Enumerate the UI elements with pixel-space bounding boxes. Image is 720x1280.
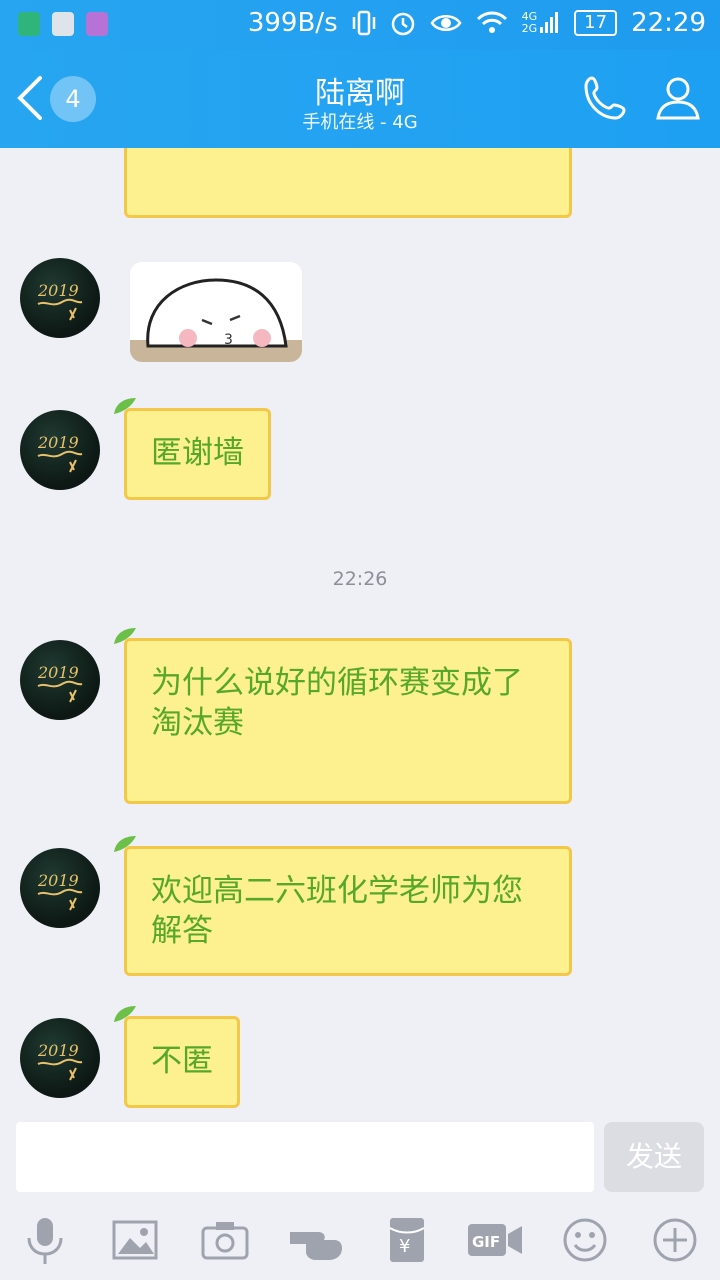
- input-bar: 发送: [0, 1120, 720, 1196]
- message-bubble[interactable]: 不匿: [124, 1016, 240, 1108]
- svg-text:2019: 2019: [37, 663, 79, 682]
- svg-text:¥: ¥: [399, 1236, 410, 1257]
- message-text: 不匿: [151, 1043, 213, 1079]
- message-text: 为什么说好的循环赛变成了淘汰赛: [151, 665, 523, 741]
- message-bubble-partial[interactable]: [124, 148, 572, 218]
- timestamp: 22:26: [332, 568, 388, 590]
- gallery-app-icon: [86, 12, 108, 36]
- svg-text:2019: 2019: [37, 281, 79, 300]
- message-bubble[interactable]: 欢迎高二六班化学老师为您解答: [124, 846, 572, 976]
- sticker-image[interactable]: 3: [130, 262, 302, 362]
- signal-label-2: 2G: [521, 22, 538, 35]
- avatar[interactable]: 2019: [20, 1018, 100, 1098]
- message-text: 匿谢墙: [151, 435, 244, 471]
- gif-icon[interactable]: GIF: [466, 1214, 524, 1266]
- send-button[interactable]: 发送: [604, 1122, 704, 1192]
- wifi-icon: [476, 11, 507, 33]
- svg-text:3: 3: [224, 332, 233, 348]
- eye-icon: [430, 15, 462, 31]
- svg-text:2019: 2019: [37, 433, 79, 452]
- red-packet-icon[interactable]: ¥: [382, 1214, 432, 1266]
- signal-icon: [540, 12, 559, 33]
- svg-text:2019: 2019: [37, 871, 79, 890]
- svg-text:GIF: GIF: [472, 1233, 500, 1251]
- emoji-icon[interactable]: [560, 1214, 610, 1266]
- vibrate-icon: [352, 10, 375, 36]
- notification-app-icon: [52, 12, 74, 36]
- camera-icon[interactable]: [200, 1214, 250, 1266]
- chat-header: 4 陆离啊 手机在线 - 4G: [0, 50, 720, 148]
- profile-icon[interactable]: [652, 72, 704, 124]
- avatar[interactable]: 2019: [20, 410, 100, 490]
- image-icon[interactable]: [110, 1214, 160, 1266]
- message-bubble[interactable]: 为什么说好的循环赛变成了淘汰赛: [124, 638, 572, 804]
- message-text: 欢迎高二六班化学老师为您解答: [151, 873, 523, 949]
- message-input[interactable]: [16, 1122, 594, 1192]
- status-bar: 399B/s 4G 2G 17 22:29: [0, 0, 720, 50]
- message-bubble[interactable]: 匿谢墙: [124, 408, 271, 500]
- battery-indicator: 17: [574, 10, 618, 36]
- poke-icon[interactable]: [288, 1214, 346, 1266]
- clock: 22:29: [631, 8, 706, 38]
- avatar[interactable]: 2019: [20, 640, 100, 720]
- avatar[interactable]: 2019: [20, 848, 100, 928]
- input-toolbar: ¥ GIF: [0, 1200, 720, 1280]
- phone-icon[interactable]: [580, 72, 632, 124]
- alarm-icon: [391, 12, 414, 36]
- mic-icon[interactable]: [20, 1214, 70, 1266]
- avatar[interactable]: 2019: [20, 258, 100, 338]
- svg-text:2019: 2019: [37, 1041, 79, 1060]
- plus-icon[interactable]: [650, 1214, 700, 1266]
- chat-area[interactable]: 2019 3 2019 匿谢墙 22:26 2019 为什么说好的循环赛变成了淘…: [0, 148, 720, 1120]
- net-speed: 399B/s: [247, 8, 338, 38]
- shield-app-icon: [18, 12, 40, 36]
